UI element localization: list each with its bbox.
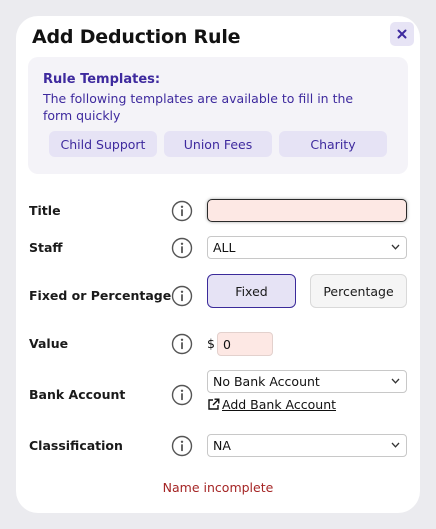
value-label: Value: [29, 336, 69, 351]
classification-selected-value: NA: [213, 438, 231, 453]
classification-label: Classification: [29, 438, 123, 453]
staff-select[interactable]: ALL: [207, 236, 407, 259]
bank-account-select[interactable]: No Bank Account: [207, 370, 407, 393]
title-info-icon[interactable]: [171, 200, 193, 222]
fixed-button[interactable]: Fixed: [207, 274, 296, 308]
value-info-icon[interactable]: [171, 333, 193, 355]
fixed-or-percentage-label: Fixed or Percentage: [29, 288, 172, 303]
classification-select[interactable]: NA: [207, 434, 407, 457]
staff-info-icon[interactable]: [171, 237, 193, 259]
staff-label: Staff: [29, 240, 63, 255]
close-icon: [397, 29, 407, 39]
templates-description: The following templates are available to…: [43, 91, 354, 123]
bank-account-label: Bank Account: [29, 387, 126, 402]
value-input[interactable]: 0: [217, 332, 273, 356]
add-bank-account-link[interactable]: Add Bank Account: [207, 397, 336, 412]
chevron-down-icon: [391, 442, 400, 448]
rule-templates-panel: Rule Templates: The following templates …: [28, 57, 408, 174]
deduction-rule-modal: Add Deduction Rule Rule Templates: The f…: [16, 16, 420, 513]
validation-error-message: Name incomplete: [162, 480, 274, 495]
template-child-support-button[interactable]: Child Support: [49, 131, 157, 157]
type-info-icon[interactable]: [171, 285, 193, 307]
currency-symbol: $: [207, 336, 215, 351]
title-input[interactable]: [207, 199, 407, 222]
title-label: Title: [29, 203, 61, 218]
add-bank-account-label: Add Bank Account: [222, 397, 337, 412]
bank-account-info-icon[interactable]: [171, 384, 193, 406]
classification-info-icon[interactable]: [171, 435, 193, 457]
chevron-down-icon: [391, 378, 400, 384]
external-link-icon: [208, 398, 220, 410]
template-charity-button[interactable]: Charity: [279, 131, 387, 157]
staff-selected-value: ALL: [213, 240, 236, 255]
bank-account-selected-value: No Bank Account: [213, 374, 320, 389]
template-union-fees-button[interactable]: Union Fees: [164, 131, 272, 157]
chevron-down-icon: [391, 244, 400, 250]
modal-title: Add Deduction Rule: [32, 26, 241, 48]
templates-heading: Rule Templates:: [43, 72, 161, 87]
percentage-button[interactable]: Percentage: [310, 274, 407, 308]
close-button[interactable]: [390, 22, 414, 46]
